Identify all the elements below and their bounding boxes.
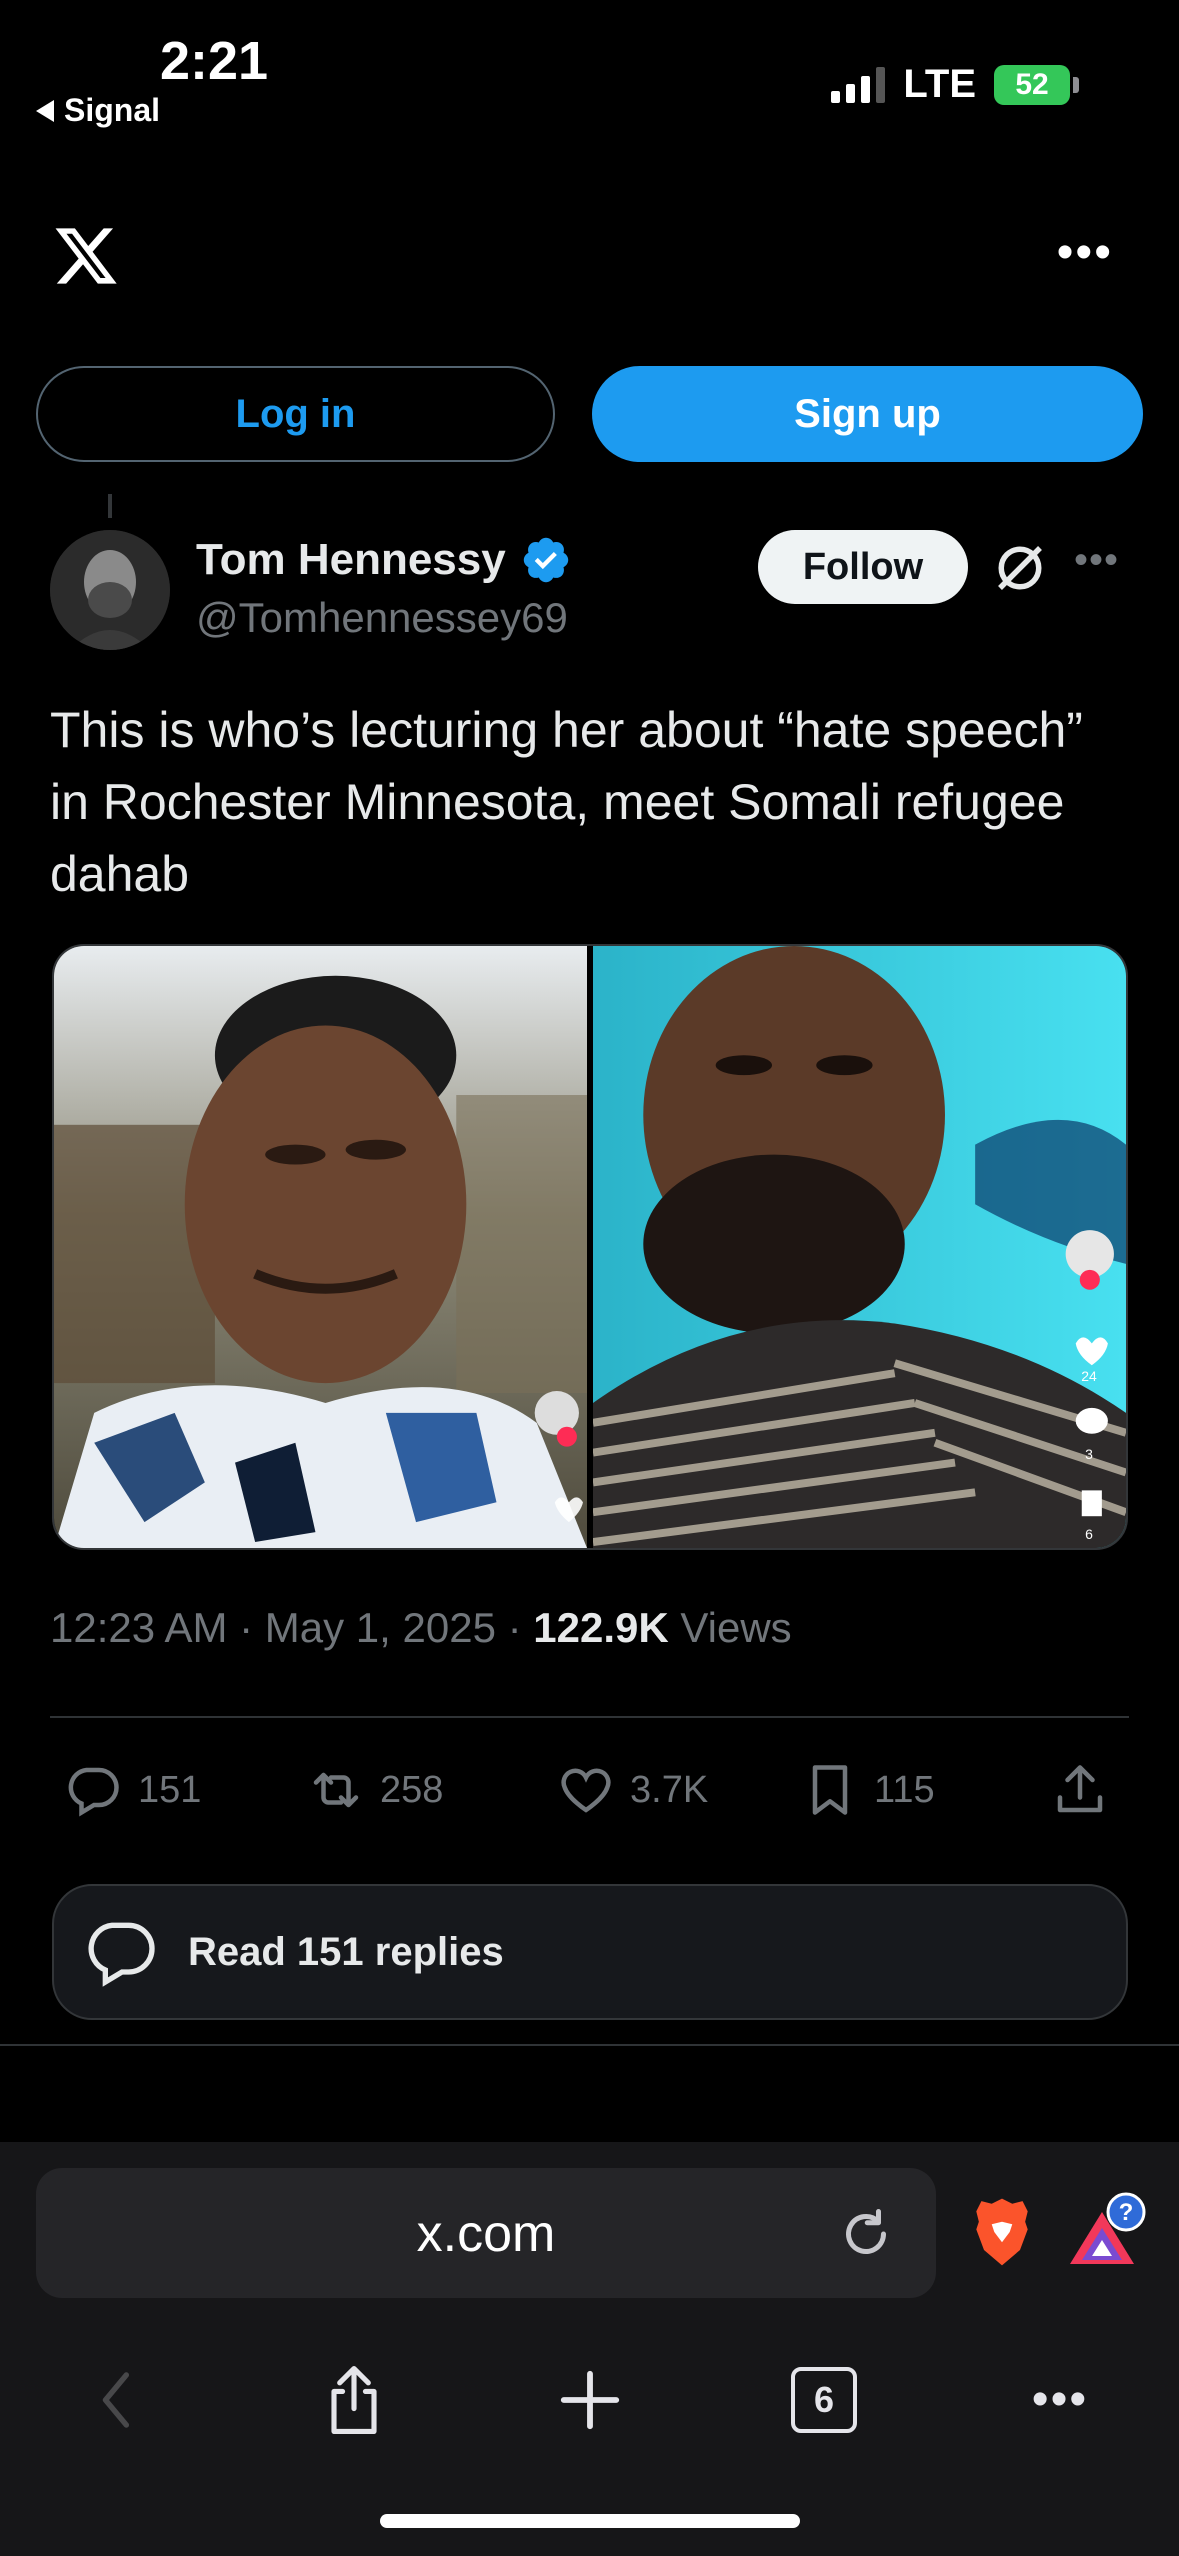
like-button[interactable]: 3.7K <box>556 1760 708 1820</box>
url-text[interactable]: x.com <box>36 2204 936 2264</box>
status-indicators: LTE 52 <box>831 62 1079 107</box>
post-media[interactable]: 24 3 6 <box>52 944 1128 1550</box>
share-page-icon <box>331 2366 377 2434</box>
svg-text:?: ? <box>1119 2199 1134 2226</box>
browser-more-icon: ••• <box>1031 2373 1089 2426</box>
reply-icon <box>68 1767 119 1817</box>
follow-button[interactable]: Follow <box>758 530 968 604</box>
back-to-app-button[interactable]: Signal <box>36 92 160 129</box>
repost-icon <box>313 1772 359 1808</box>
brave-shields-icon[interactable] <box>970 2196 1034 2268</box>
reply-button[interactable]: 151 <box>64 1760 201 1820</box>
media-saves-count: 6 <box>1085 1526 1093 1542</box>
cellular-signal-icon <box>831 66 886 103</box>
media-comments-count: 3 <box>1085 1446 1093 1462</box>
signup-button[interactable]: Sign up <box>592 366 1143 462</box>
back-app-label: Signal <box>64 92 161 128</box>
media-likes-count: 24 <box>1081 1368 1097 1384</box>
chevron-left-icon <box>102 2372 130 2428</box>
reload-icon[interactable] <box>836 2204 896 2264</box>
browser-menu-button[interactable]: ••• <box>1020 2350 1100 2450</box>
media-left-image[interactable] <box>54 946 587 1548</box>
browser-nav-row: 6 ••• <box>0 2350 1179 2450</box>
address-bar[interactable]: x.com <box>36 2168 936 2298</box>
bookmark-icon <box>812 1765 848 1815</box>
like-count: 3.7K <box>630 1768 709 1811</box>
tab-count-icon: 6 <box>791 2367 857 2433</box>
views-count: 122.9K <box>533 1604 669 1651</box>
network-type: LTE <box>903 62 976 106</box>
author-name-row[interactable]: Tom Hennessy <box>196 534 572 586</box>
post-text: This is who’s lecturing her about “hate … <box>50 702 1083 902</box>
divider <box>0 2044 1179 2046</box>
home-indicator[interactable] <box>380 2514 800 2528</box>
tabs-button[interactable]: 6 <box>784 2350 864 2450</box>
divider <box>50 1716 1129 1718</box>
battery-level: 52 <box>994 64 1070 105</box>
views-label: Views <box>680 1604 792 1651</box>
media-right-image[interactable]: 24 3 6 <box>593 946 1126 1548</box>
repost-count: 258 <box>380 1768 444 1811</box>
plus-icon <box>560 2370 620 2430</box>
new-tab-button[interactable] <box>550 2350 630 2450</box>
more-options-icon[interactable]: ••• <box>1057 229 1113 277</box>
read-replies-label: Read 151 replies <box>188 1929 504 1974</box>
author-handle[interactable]: @Tomhennessey69 <box>196 594 568 642</box>
read-replies-button[interactable]: Read 151 replies <box>52 1884 1128 2020</box>
back-button[interactable] <box>78 2350 158 2450</box>
repost-button[interactable]: 258 <box>306 1760 443 1820</box>
status-bar: 2:21 Signal LTE 52 <box>0 0 1179 140</box>
share-button[interactable] <box>1050 1760 1110 1820</box>
tab-count: 6 <box>813 2379 835 2420</box>
brave-rewards-icon[interactable]: ? <box>1066 2192 1146 2272</box>
post-date[interactable]: May 1, 2025 <box>265 1604 496 1651</box>
author-name[interactable]: Tom Hennessy <box>196 535 506 585</box>
x-logo-icon[interactable] <box>50 222 122 290</box>
back-triangle-icon <box>36 99 54 122</box>
thread-connector-line <box>108 494 112 518</box>
browser-toolbar: x.com ? 6 ••• <box>0 2142 1179 2556</box>
reply-count: 151 <box>138 1768 202 1811</box>
grok-icon[interactable] <box>990 538 1050 598</box>
bookmark-count: 115 <box>874 1768 935 1811</box>
replies-chat-icon <box>88 1922 155 1987</box>
post-meta: 12:23 AM · May 1, 2025 · 122.9K Views <box>50 1604 792 1651</box>
avatar[interactable] <box>50 530 170 650</box>
share-icon <box>1057 1765 1103 1813</box>
heart-icon <box>561 1768 611 1813</box>
post-more-icon[interactable]: ••• <box>1074 540 1119 580</box>
verified-badge-icon <box>523 537 568 583</box>
status-time: 2:21 <box>160 31 269 91</box>
post-time[interactable]: 12:23 AM <box>50 1604 227 1651</box>
share-page-button[interactable] <box>314 2350 394 2450</box>
bookmark-button[interactable]: 115 <box>800 1760 935 1820</box>
battery-icon: 52 <box>994 64 1079 105</box>
login-button[interactable]: Log in <box>36 366 555 462</box>
